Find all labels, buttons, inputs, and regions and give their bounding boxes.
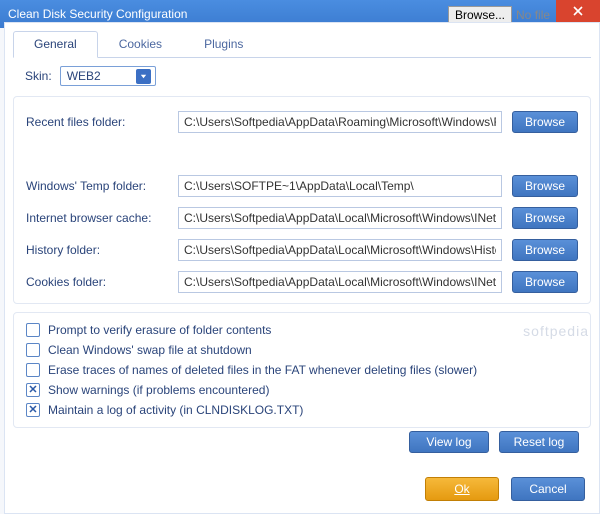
log-checkbox[interactable]: ✕ [26,403,40,417]
cache-browse-button[interactable]: Browse [512,207,578,229]
swap-checkbox[interactable] [26,343,40,357]
view-log-button[interactable]: View log [409,431,489,453]
history-browse-button[interactable]: Browse [512,239,578,261]
tab-bar: General Cookies Plugins [13,31,591,58]
cache-input[interactable] [178,207,502,229]
folders-panel: Recent files folder: Browse Windows' Tem… [13,96,591,304]
recent-files-label: Recent files folder: [26,115,168,129]
temp-folder-browse-button[interactable]: Browse [512,175,578,197]
cookies-browse-button[interactable]: Browse [512,271,578,293]
log-label: Maintain a log of activity (in CLNDISKLO… [48,403,303,417]
warnings-label: Show warnings (if problems encountered) [48,383,269,397]
fat-label: Erase traces of names of deleted files i… [48,363,477,377]
tab-cookies[interactable]: Cookies [98,31,183,57]
reset-log-button[interactable]: Reset log [499,431,579,453]
config-dialog: General Cookies Plugins Skin: WEB2 Recen… [4,22,600,514]
cookies-input[interactable] [178,271,502,293]
prompt-checkbox[interactable] [26,323,40,337]
tab-plugins[interactable]: Plugins [183,31,264,57]
chevron-down-icon [136,69,151,84]
ok-button[interactable]: Ok [425,477,499,501]
temp-folder-input[interactable] [178,175,502,197]
skin-label: Skin: [25,69,52,83]
recent-files-input[interactable] [178,111,502,133]
temp-folder-label: Windows' Temp folder: [26,179,168,193]
swap-label: Clean Windows' swap file at shutdown [48,343,252,357]
skin-value: WEB2 [67,69,101,83]
warnings-checkbox[interactable]: ✕ [26,383,40,397]
history-label: History folder: [26,243,168,257]
tab-general[interactable]: General [13,31,98,58]
cancel-button[interactable]: Cancel [511,477,585,501]
recent-files-browse-button[interactable]: Browse [512,111,578,133]
options-panel: Prompt to verify erasure of folder conte… [13,312,591,428]
window-title: Clean Disk Security Configuration [8,7,187,21]
fat-checkbox[interactable] [26,363,40,377]
cookies-label: Cookies folder: [26,275,168,289]
cache-label: Internet browser cache: [26,211,168,225]
prompt-label: Prompt to verify erasure of folder conte… [48,323,271,337]
history-input[interactable] [178,239,502,261]
skin-select[interactable]: WEB2 [60,66,156,86]
